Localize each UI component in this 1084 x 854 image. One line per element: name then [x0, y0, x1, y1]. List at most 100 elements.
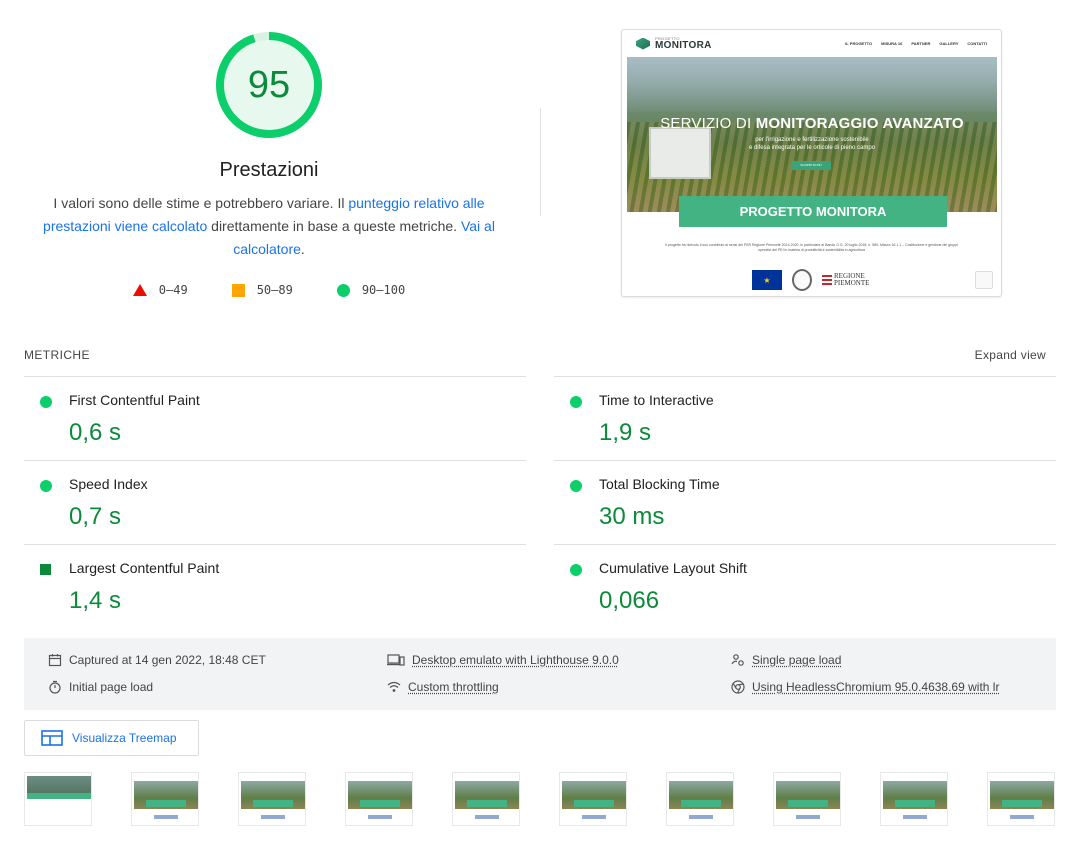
performance-score-gauge: 95 [213, 29, 325, 141]
pass-circle-icon [336, 283, 350, 297]
metrics-header: METRICHE [24, 348, 90, 362]
metric-name: First Contentful Paint [69, 392, 200, 408]
filmstrip [24, 772, 1056, 828]
metric-name: Largest Contentful Paint [69, 560, 220, 576]
filmstrip-frame [238, 772, 306, 826]
progetto-banner: PROGETTO MONITORA [679, 196, 947, 227]
score-legend: 0–49 50–89 90–100 [0, 283, 538, 297]
metric-value: 30 ms [599, 503, 665, 530]
view-treemap-button[interactable]: Visualizza Treemap [24, 720, 199, 756]
browser-text[interactable]: Using HeadlessChromium 95.0.4638.69 with… [752, 680, 999, 694]
runtime-device[interactable]: Desktop emulato with Lighthouse 9.0.0 [387, 653, 619, 667]
score-value: 95 [247, 63, 291, 106]
stopwatch-icon [48, 680, 62, 694]
metric-name: Total Blocking Time [599, 476, 720, 492]
metric-name: Cumulative Layout Shift [599, 560, 747, 576]
eu-flag-icon: ★ [752, 270, 782, 290]
hero-subtitle: per l'irrigazione e fertilizzazione sost… [748, 137, 876, 151]
single-load-text[interactable]: Single page load [752, 653, 841, 667]
menu-item-misura: MISURA 16 [881, 41, 903, 46]
hero-button: SCOPRI DI PIÙ [791, 161, 831, 170]
metric-value: 0,066 [599, 587, 660, 614]
pass-square-icon [40, 564, 51, 575]
captured-text: Captured at 14 gen 2022, 18:48 CET [69, 653, 266, 667]
logo-text: MONITORA [655, 39, 712, 51]
fail-triangle-icon [132, 284, 147, 296]
filmstrip-frame [345, 772, 413, 826]
filmstrip-frame [452, 772, 520, 826]
metric-lcp: Largest Contentful Paint 1,4 s [24, 544, 526, 628]
screenshot-hero-image: SERVIZIO DI MONITORAGGIO AVANZATO per l'… [627, 57, 997, 212]
monitora-logo-icon [636, 37, 650, 50]
metric-value: 0,6 s [69, 419, 122, 446]
metric-value: 1,4 s [69, 587, 122, 614]
score-description: I valori sono delle stime e potrebbero v… [40, 192, 498, 261]
filmstrip-frame [24, 772, 92, 826]
expand-view-toggle[interactable]: Expand view [975, 348, 1046, 362]
pass-circle-icon [570, 480, 582, 492]
menu-item-contatti: CONTATTI [967, 41, 987, 46]
filmstrip-frame [773, 772, 841, 826]
throttling-text[interactable]: Custom throttling [408, 680, 499, 694]
metric-fcp: First Contentful Paint 0,6 s [24, 376, 526, 460]
filmstrip-frame [131, 772, 199, 826]
pass-circle-icon [570, 564, 582, 576]
pass-circle-icon [40, 396, 52, 408]
runtime-captured: Captured at 14 gen 2022, 18:48 CET [48, 653, 266, 667]
filmstrip-frame [987, 772, 1055, 826]
menu-item-progetto: IL PROGETTO [845, 41, 873, 46]
pass-circle-icon [570, 396, 582, 408]
hero-title: SERVIZIO DI MONITORAGGIO AVANZATO [660, 115, 964, 132]
runtime-single-load[interactable]: Single page load [731, 653, 841, 667]
regione-flag-icon [822, 275, 832, 285]
field-sign [649, 127, 711, 179]
funding-text: Il progetto ha ricevuto il suo contribut… [665, 243, 958, 252]
runtime-initial-load: Initial page load [48, 680, 153, 694]
treemap-label[interactable]: Visualizza Treemap [72, 731, 177, 745]
runtime-throttling[interactable]: Custom throttling [387, 680, 499, 694]
metric-tti: Time to Interactive 1,9 s [554, 376, 1056, 460]
metric-tbt: Total Blocking Time 30 ms [554, 460, 1056, 544]
calendar-icon [48, 653, 62, 667]
filmstrip-frame [666, 772, 734, 826]
menu-item-partner: PARTNER [911, 41, 931, 46]
device-text[interactable]: Desktop emulato with Lighthouse 9.0.0 [412, 653, 619, 667]
metric-cls: Cumulative Layout Shift 0,066 [554, 544, 1056, 628]
menu-item-gallery: GALLERY [939, 41, 959, 46]
metric-value: 0,7 s [69, 503, 122, 530]
score-title: Prestazioni [219, 159, 319, 181]
regione-piemonte-logo: REGIONE PIEMONTE [822, 273, 869, 287]
legend-label-average: 50–89 [256, 283, 293, 297]
filmstrip-frame [880, 772, 948, 826]
desc-text-3: . [300, 241, 305, 257]
desc-text-2: direttamente in base a queste metriche. [207, 218, 461, 234]
runtime-browser[interactable]: Using HeadlessChromium 95.0.4638.69 with… [731, 680, 999, 694]
treemap-icon [41, 730, 63, 746]
recaptcha-icon [975, 271, 993, 289]
pass-circle-icon [40, 480, 52, 492]
metric-name: Time to Interactive [599, 392, 714, 408]
legend-item-fail: 0–49 [132, 283, 188, 297]
screenshot-nav: PROGETTO MONITORA IL PROGETTO MISURA 16 P… [622, 30, 1001, 57]
legend-item-average: 50–89 [231, 283, 293, 297]
runtime-settings: Captured at 14 gen 2022, 18:48 CET Initi… [24, 638, 1056, 710]
screenshot-menu: IL PROGETTO MISURA 16 PARTNER GALLERY CO… [845, 41, 987, 46]
monitora-logo: PROGETTO MONITORA [636, 36, 712, 51]
wifi-icon [387, 680, 401, 694]
final-screenshot[interactable]: PROGETTO MONITORA IL PROGETTO MISURA 16 P… [621, 29, 1002, 297]
metric-speed-index: Speed Index 0,7 s [24, 460, 526, 544]
filmstrip-frame [559, 772, 627, 826]
partner-logos: ★ REGIONE PIEMONTE [752, 269, 869, 291]
legend-item-pass: 90–100 [336, 283, 405, 297]
metric-value: 1,9 s [599, 419, 652, 446]
initial-load-text: Initial page load [69, 680, 154, 694]
chrome-icon [731, 680, 745, 694]
metric-name: Speed Index [69, 476, 148, 492]
italy-emblem-icon [792, 269, 812, 291]
vertical-divider [540, 108, 541, 216]
devices-icon [387, 653, 405, 667]
person-icon [731, 653, 745, 667]
average-square-icon [231, 283, 245, 297]
legend-label-fail: 0–49 [158, 283, 188, 297]
desc-text-1: I valori sono delle stime e potrebbero v… [53, 195, 349, 211]
